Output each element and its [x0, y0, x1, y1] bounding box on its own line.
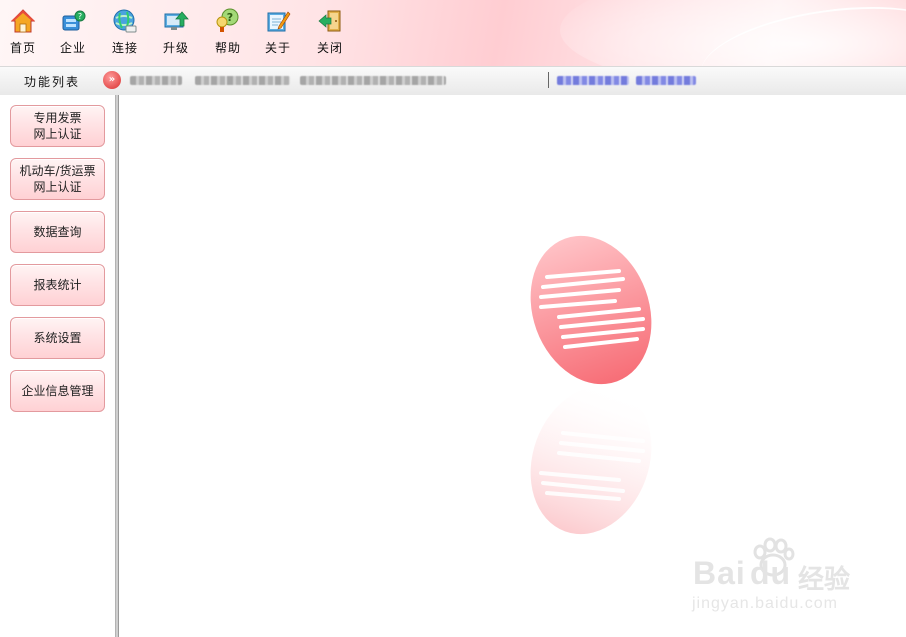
toolbar-home-label: 首页: [9, 41, 36, 55]
home-icon: [10, 9, 36, 33]
button-label-line2: 网上认证: [33, 180, 82, 194]
special-invoice-auth-button[interactable]: 专用发票 网上认证: [10, 105, 105, 147]
enterprise-info-management-button[interactable]: 企业信息管理: [10, 370, 105, 412]
system-settings-button[interactable]: 系统设置: [10, 317, 105, 359]
function-list-title: 功能列表: [24, 75, 81, 89]
button-label-line2: 网上认证: [33, 127, 82, 141]
enterprise-icon: ?: [62, 10, 86, 31]
connect-icon: [113, 9, 137, 33]
redacted-link[interactable]: [636, 76, 696, 85]
data-query-button[interactable]: 数据查询: [10, 211, 105, 253]
button-label: 数据查询: [33, 225, 82, 239]
redacted-text: [300, 76, 446, 85]
main-toolbar: 首页 ? 企业 连接 升级 ? 帮助 关于 关闭: [0, 0, 906, 66]
double-chevron-icon[interactable]: »: [103, 71, 121, 89]
redacted-text: [195, 76, 290, 85]
report-statistics-button[interactable]: 报表统计: [10, 264, 105, 306]
watermark-brand: Bai: [693, 555, 746, 591]
exit-door-icon: [318, 10, 341, 32]
about-icon: [267, 11, 291, 32]
redacted-text: [130, 76, 182, 85]
function-bar-separator: [548, 72, 549, 88]
button-label: 企业信息管理: [21, 384, 94, 398]
function-bar: 功能列表 »: [0, 66, 906, 96]
svg-text:?: ?: [227, 11, 233, 24]
toolbar-enterprise-label: 企业: [59, 41, 86, 55]
watermark-url: jingyan.baidu.com: [692, 595, 838, 612]
toolbar-home-button[interactable]: 首页: [1, 6, 45, 62]
toolbar-upgrade-button[interactable]: 升级: [154, 6, 198, 62]
watermark-brand-cn: 经验: [798, 565, 851, 595]
upgrade-icon: [164, 11, 189, 30]
vehicle-freight-invoice-auth-button[interactable]: 机动车/货运票 网上认证: [10, 158, 105, 200]
button-label-line1: 机动车/货运票: [19, 164, 96, 178]
toolbar-enterprise-button[interactable]: ? 企业: [51, 6, 95, 62]
app-logo-icon: [530, 235, 652, 535]
toolbar-about-label: 关于: [264, 41, 291, 55]
baidu-jingyan-watermark: Bai du 经验 jingyan.baidu.com: [690, 535, 880, 625]
function-sidebar: 专用发票 网上认证 机动车/货运票 网上认证 数据查询 报表统计 系统设置 企业…: [0, 95, 118, 637]
toolbar-connect-button[interactable]: 连接: [103, 6, 147, 62]
redacted-link[interactable]: [557, 76, 629, 85]
watermark-brand-du: du: [750, 555, 792, 591]
button-label: 系统设置: [33, 331, 82, 345]
help-icon: ?: [216, 8, 239, 32]
toolbar-about-button[interactable]: 关于: [256, 6, 300, 62]
toolbar-help-button[interactable]: ? 帮助: [206, 6, 250, 62]
button-label: 报表统计: [33, 278, 82, 292]
toolbar-close-button[interactable]: 关闭: [308, 6, 352, 62]
toolbar-close-label: 关闭: [316, 41, 343, 55]
toolbar-upgrade-label: 升级: [162, 41, 189, 55]
button-label-line1: 专用发票: [33, 111, 82, 125]
toolbar-connect-label: 连接: [111, 41, 138, 55]
toolbar-help-label: 帮助: [214, 41, 241, 55]
svg-text:?: ?: [78, 12, 82, 21]
